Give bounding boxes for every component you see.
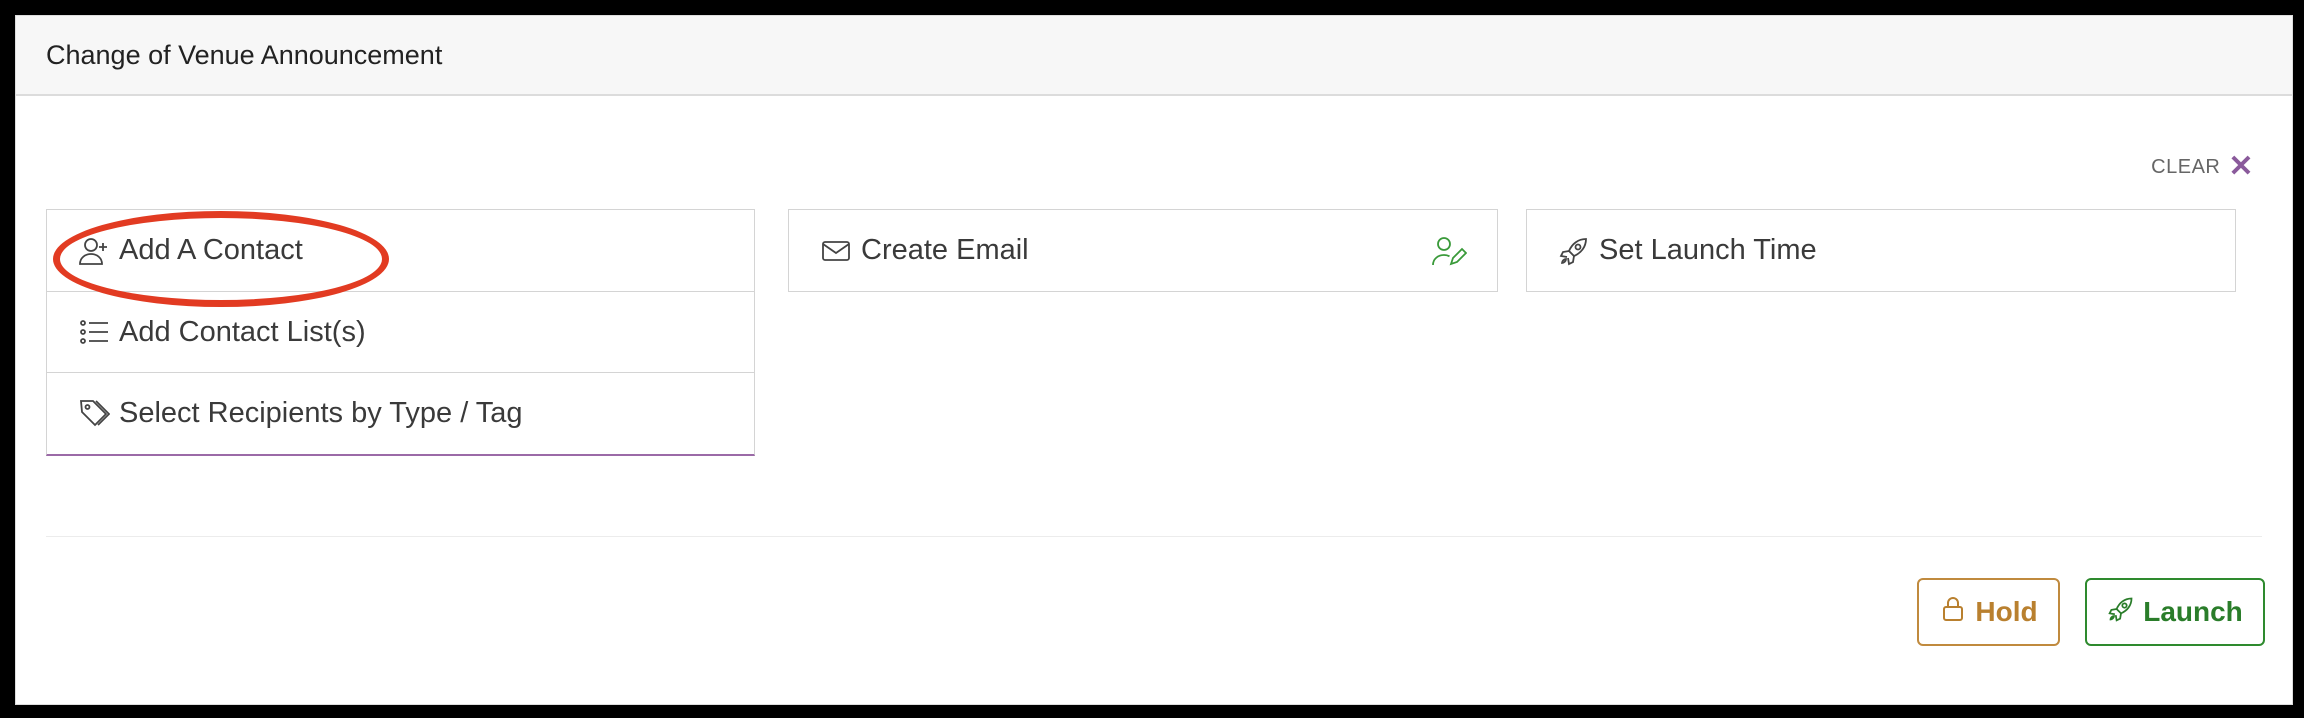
create-email-option[interactable]: Create Email bbox=[789, 210, 1497, 291]
close-icon: ✕ bbox=[2228, 150, 2254, 183]
create-email-panel[interactable]: Create Email bbox=[788, 209, 1498, 292]
select-by-tag-label: Select Recipients by Type / Tag bbox=[119, 396, 523, 429]
hold-label: Hold bbox=[1975, 596, 2038, 627]
lock-icon bbox=[1939, 595, 1967, 630]
launch-time-panel[interactable]: Set Launch Time bbox=[1526, 209, 2236, 292]
set-launch-time-label: Set Launch Time bbox=[1599, 234, 1817, 266]
rocket-icon bbox=[1557, 234, 1591, 268]
launch-label: Launch bbox=[2143, 596, 2243, 627]
user-edit-icon bbox=[1431, 234, 1468, 268]
recipients-panel: Add A Contact Add Contact List(s) Select… bbox=[46, 209, 755, 456]
add-contact-option[interactable]: Add A Contact bbox=[47, 210, 754, 291]
add-contact-list-label: Add Contact List(s) bbox=[119, 315, 366, 348]
page-title: Change of Venue Announcement bbox=[46, 39, 443, 70]
create-email-label: Create Email bbox=[861, 234, 1029, 266]
envelope-icon bbox=[819, 234, 853, 268]
campaign-card: Change of Venue Announcement CLEAR ✕ Add… bbox=[15, 15, 2293, 705]
select-by-tag-option[interactable]: Select Recipients by Type / Tag bbox=[47, 372, 754, 453]
divider bbox=[46, 536, 2262, 537]
rocket-icon bbox=[2107, 595, 2135, 630]
card-header: Change of Venue Announcement bbox=[16, 16, 2292, 96]
launch-button[interactable]: Launch bbox=[2085, 578, 2265, 646]
clear-label: CLEAR bbox=[2151, 155, 2221, 178]
tag-icon bbox=[77, 396, 111, 430]
add-contact-label: Add A Contact bbox=[119, 234, 303, 266]
clear-button[interactable]: CLEAR ✕ bbox=[2151, 152, 2254, 182]
user-plus-icon bbox=[77, 234, 111, 268]
list-icon bbox=[77, 315, 111, 349]
add-contact-list-option[interactable]: Add Contact List(s) bbox=[47, 291, 754, 372]
set-launch-time-option[interactable]: Set Launch Time bbox=[1527, 210, 2235, 291]
hold-button[interactable]: Hold bbox=[1917, 578, 2060, 646]
